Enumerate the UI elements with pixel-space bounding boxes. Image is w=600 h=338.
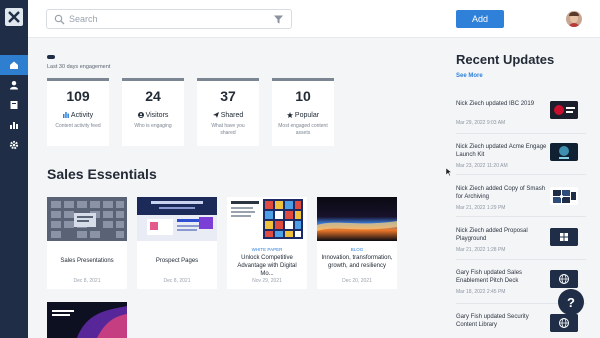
update-date: Mar 21, 2022 1:28 PM [456,247,506,253]
paper-plane-icon [212,112,219,118]
update-text: Gary Fish updated Sales Enablement Pitch… [456,270,523,284]
stat-description: Content activity feed [55,123,101,129]
stat-value: 24 [145,88,161,104]
card-tag: BLOG [350,247,364,252]
engagement-indicator [47,55,55,59]
content-card-partial[interactable] [47,302,127,338]
card-title: Innovation, transformation, growth, and … [321,255,393,269]
update-thumbnail [550,143,578,161]
filter-icon[interactable] [273,14,284,25]
app-logo[interactable] [5,8,23,26]
card-thumbnail [47,197,127,241]
help-button[interactable]: ? [558,289,584,315]
stat-card-activity[interactable]: 109 Activity Content activity feed [47,78,109,146]
content-card-prospect-pages[interactable]: Prospect Pages Dec 8, 2021 [137,197,217,289]
update-date: Mar 29, 2022 9:03 AM [456,120,506,126]
stat-card-popular[interactable]: 10 Popular Most engaged content assets [272,78,334,146]
update-text: Gary Fish updated Security Content Libra… [456,314,529,328]
card-thumbnail [227,197,307,241]
content-card-white-paper[interactable]: WHITE PAPER Unlock Competitive Advantage… [227,197,307,289]
content-card-blog[interactable]: BLOG Innovation, transformation, growth,… [317,197,397,289]
card-thumbnail [137,197,217,241]
section-title: Sales Essentials [47,166,157,182]
sidebar [0,0,28,338]
divider [456,133,586,134]
update-text: Nick Ziech updated IBC 2019 [456,101,535,107]
update-text: Nick Ziech added Proposal Playground [456,228,528,242]
card-tag: WHITE PAPER [251,247,283,252]
card-date: Nov 29, 2021 [252,278,282,284]
stat-description: What have you shared [211,123,245,136]
card-title: Sales Presentations [60,258,114,264]
person-icon [10,81,18,90]
stat-card-visitors[interactable]: 24 Visitors Who is engaging [122,78,184,146]
update-thumbnail [550,314,578,332]
book-icon [10,101,18,109]
stat-label: Visitors [122,112,184,119]
stat-value: 109 [66,88,90,104]
see-more-link[interactable]: See More [456,73,483,79]
bar-chart-icon [62,112,69,118]
divider [456,174,586,175]
stat-label: Popular [272,112,334,119]
sidebar-item-analytics[interactable] [0,115,28,135]
stat-value: 10 [295,88,311,104]
update-date: Mar 18, 2022 2:45 PM [456,289,506,295]
sidebar-item-content[interactable] [0,95,28,115]
top-bar: Search Add [28,0,600,38]
stat-description: Who is engaging [134,123,172,129]
update-thumbnail [550,101,578,119]
stat-label: Activity [47,112,109,119]
update-text: Nick Ziech updated Acme Engage Launch Ki… [456,144,547,158]
globe-icon [550,270,578,288]
update-text: Nick Ziech added Copy of Smash for Archi… [456,186,546,200]
card-thumbnail [317,197,397,241]
sidebar-item-people[interactable] [0,75,28,95]
card-date: Dec 8, 2021 [73,278,101,284]
stat-description: Most engaged content assets [278,123,328,136]
sidebar-item-settings[interactable] [0,135,28,155]
stat-card-shared[interactable]: 37 Shared What have you shared [197,78,259,146]
update-date: Mar 23, 2022 11:20 AM [456,163,508,169]
grid-icon [550,228,578,246]
add-button[interactable]: Add [456,10,504,28]
divider [456,259,586,260]
divider [456,216,586,217]
recent-updates-title: Recent Updates [456,52,555,67]
update-thumbnail [550,187,578,205]
card-title: Unlock Competitive Advantage with Digita… [237,255,297,277]
globe-icon [550,314,578,332]
star-icon [286,112,293,118]
sidebar-item-home[interactable] [0,55,28,75]
user-circle-icon [137,112,144,118]
search-placeholder: Search [69,14,98,24]
content-card-sales-presentations[interactable]: Sales Presentations Dec 8, 2021 [47,197,127,289]
home-icon [10,61,18,69]
card-title: Prospect Pages [155,258,199,264]
update-thumbnail [550,228,578,246]
bar-chart-icon [10,122,18,129]
card-date: Dec 20, 2021 [342,278,372,284]
gear-icon [9,140,19,150]
card-date: Dec 8, 2021 [163,278,191,284]
mouse-cursor-icon [446,168,452,176]
stat-label: Shared [197,112,259,119]
engagement-period-label: Last 30 days engagement [47,64,111,70]
search-input[interactable]: Search [46,9,292,29]
stat-value: 37 [220,88,236,104]
update-thumbnail [550,270,578,288]
avatar[interactable] [566,11,582,27]
update-date: Mar 21, 2022 1:29 PM [456,205,506,211]
search-icon [54,14,65,25]
